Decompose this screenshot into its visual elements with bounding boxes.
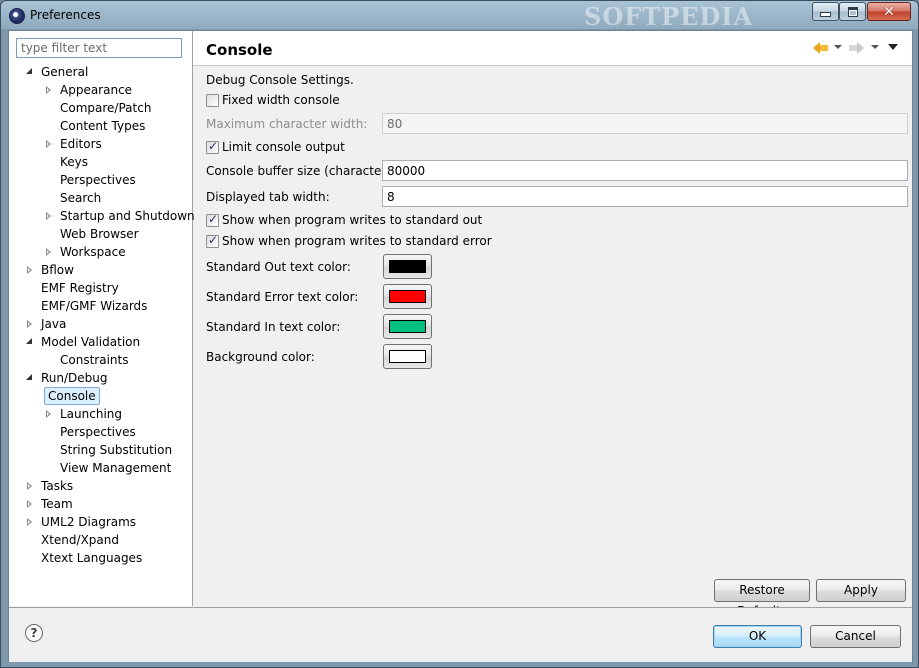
forward-history-dropdown-icon[interactable] (871, 45, 879, 49)
apply-button[interactable]: Apply (816, 579, 906, 602)
eclipse-app-icon (9, 8, 25, 24)
tree-item-label: Keys (60, 155, 89, 169)
background-color-label: Background color: (206, 350, 315, 364)
stderr-color-button[interactable] (383, 284, 432, 309)
preferences-tree-pane: General Appearance Compare/Patch Content Ty… (9, 31, 195, 606)
tree-collapsed-icon[interactable] (25, 513, 35, 531)
tree-item-label: View Management (60, 461, 172, 475)
tree-item-label: Team (41, 497, 73, 511)
background-color-button[interactable] (383, 344, 432, 369)
tree-item-label: String Substitution (60, 443, 173, 457)
tree-expanded-icon[interactable] (25, 63, 35, 81)
tree-item-label: Perspectives (60, 173, 136, 187)
tree-item-label: EMF/GMF Wizards (41, 299, 148, 313)
tree-item-label: Content Types (60, 119, 146, 133)
dialog-button-bar: ? OK Cancel (9, 607, 912, 662)
background-color-swatch (389, 350, 426, 363)
tree-expanded-icon[interactable] (25, 333, 35, 351)
max-char-width-field[interactable] (382, 113, 908, 134)
minimize-button[interactable] (812, 2, 839, 21)
tree-item-label: Workspace (60, 245, 126, 259)
help-icon[interactable]: ? (25, 624, 43, 642)
buffer-size-label: Console buffer size (characters): (206, 164, 402, 178)
page-title: Console (206, 41, 273, 59)
restore-defaults-button[interactable]: Restore Defaults (714, 579, 810, 618)
show-stderr-label[interactable]: Show when program writes to standard err… (222, 234, 492, 248)
fixed-width-checkbox[interactable] (206, 94, 219, 107)
cancel-button[interactable]: Cancel (810, 625, 901, 648)
arrow-left-icon[interactable] (813, 40, 829, 56)
tree-collapsed-icon[interactable] (25, 315, 35, 333)
limit-output-label[interactable]: Limit console output (222, 140, 345, 154)
window-title: Preferences (30, 8, 101, 22)
stdin-color-label: Standard In text color: (206, 320, 341, 334)
tree-collapsed-icon[interactable] (44, 81, 54, 99)
max-char-width-label: Maximum character width: (206, 117, 368, 131)
tree-item-label: Editors (60, 137, 102, 151)
tree-item-label: Search (60, 191, 102, 205)
tree-item-label: Perspectives (60, 425, 136, 439)
fixed-width-label[interactable]: Fixed width console (222, 93, 340, 107)
tree-item-label: Web Browser (60, 227, 139, 241)
tree-item-label: Compare/Patch (60, 101, 152, 115)
close-icon: ✕ (883, 3, 895, 20)
limit-output-checkbox[interactable] (206, 139, 219, 154)
preference-page: Console Debug Console Settings. Fixed wi… (193, 31, 912, 618)
tree-item-label: Run/Debug (41, 371, 108, 385)
stdout-color-label: Standard Out text color: (206, 260, 351, 274)
tree-item-label: Bflow (41, 263, 74, 277)
ok-button[interactable]: OK (713, 625, 802, 648)
stdin-color-swatch (389, 320, 426, 333)
filter-input[interactable] (16, 38, 182, 58)
tree-expanded-icon[interactable] (25, 369, 35, 387)
show-stderr-checkbox[interactable] (206, 233, 219, 248)
tab-width-label: Displayed tab width: (206, 190, 330, 204)
close-button[interactable]: ✕ (867, 2, 911, 21)
tree-item-label: Xtext Languages (41, 551, 143, 565)
tree-item-label: Java (41, 317, 67, 331)
tree-collapsed-icon[interactable] (44, 243, 54, 261)
page-description: Debug Console Settings. (206, 73, 354, 87)
show-stdout-checkbox[interactable] (206, 212, 219, 227)
stderr-color-swatch (389, 290, 426, 303)
title-bar[interactable]: Preferences SOFTPEDIA ✕ (1, 1, 918, 31)
tree-item-label: Constraints (60, 353, 129, 367)
tree-collapsed-icon[interactable] (25, 495, 35, 513)
tree-item-label: Console (44, 387, 100, 405)
stdout-color-swatch (389, 260, 426, 273)
buffer-size-field[interactable] (382, 160, 908, 181)
tree-collapsed-icon[interactable] (25, 477, 35, 495)
tree-collapsed-icon[interactable] (44, 207, 54, 225)
tree-item-label: General (41, 65, 89, 79)
tree-collapsed-icon[interactable] (44, 405, 54, 423)
maximize-icon (847, 6, 858, 17)
dialog-client-area: General Appearance Compare/Patch Content Ty… (8, 30, 913, 662)
back-history-dropdown-icon[interactable] (834, 45, 842, 49)
tab-width-field[interactable] (382, 186, 908, 207)
tree-item-label: Model Validation (41, 335, 141, 349)
view-menu-icon[interactable] (888, 44, 898, 50)
tree-collapsed-icon[interactable] (25, 261, 35, 279)
tree-item-label: Launching (60, 407, 123, 421)
softpedia-watermark: SOFTPEDIA (584, 2, 754, 31)
tree-collapsed-icon[interactable] (44, 135, 54, 153)
maximize-button[interactable] (839, 2, 866, 21)
tree-item-label: EMF Registry (41, 281, 119, 295)
preferences-window: Preferences SOFTPEDIA ✕ General Appearanc… (0, 0, 919, 668)
tree-item-label: Xtend/Xpand (41, 533, 119, 547)
tree-item-label: UML2 Diagrams (41, 515, 137, 529)
tree-item-label: Startup and Shutdown (60, 209, 195, 223)
arrow-right-icon[interactable] (849, 40, 865, 56)
tree-item-label: Appearance (60, 83, 133, 97)
tree-item-label: Tasks (41, 479, 74, 493)
stdin-color-button[interactable] (383, 314, 432, 339)
show-stdout-label[interactable]: Show when program writes to standard out (222, 213, 482, 227)
minimize-icon (820, 12, 831, 17)
stderr-color-label: Standard Error text color: (206, 290, 359, 304)
stdout-color-button[interactable] (383, 254, 432, 279)
page-header: Console (193, 31, 912, 66)
